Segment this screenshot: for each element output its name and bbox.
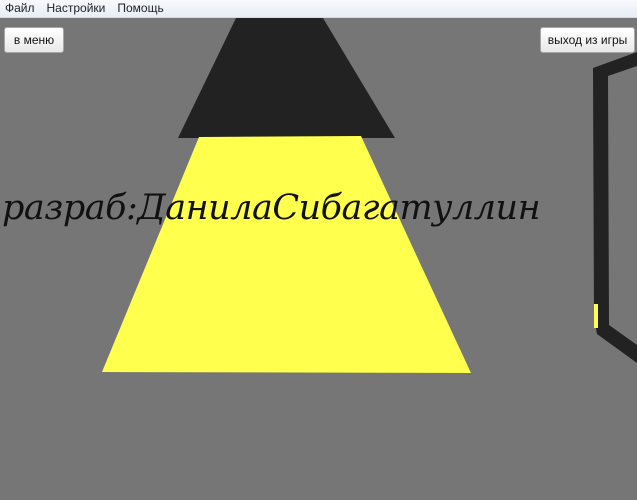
game-window: Файл Настройки Помощь в меню выход из иг… <box>0 0 637 500</box>
exit-game-button[interactable]: выход из игры <box>540 27 635 53</box>
menu-settings[interactable]: Настройки <box>41 0 112 17</box>
game-scene <box>0 18 637 500</box>
door-frame <box>593 52 637 363</box>
back-to-menu-button[interactable]: в меню <box>4 27 64 53</box>
door-light <box>594 304 598 328</box>
menu-help[interactable]: Помощь <box>111 0 169 17</box>
developer-credits: разраб:ДанилаСибагатуллин <box>2 188 541 228</box>
lamp-shade <box>178 18 395 138</box>
scene-graphics <box>102 18 637 373</box>
menu-bar: Файл Настройки Помощь <box>0 0 637 18</box>
light-beam <box>102 136 471 373</box>
menu-file[interactable]: Файл <box>0 0 41 17</box>
